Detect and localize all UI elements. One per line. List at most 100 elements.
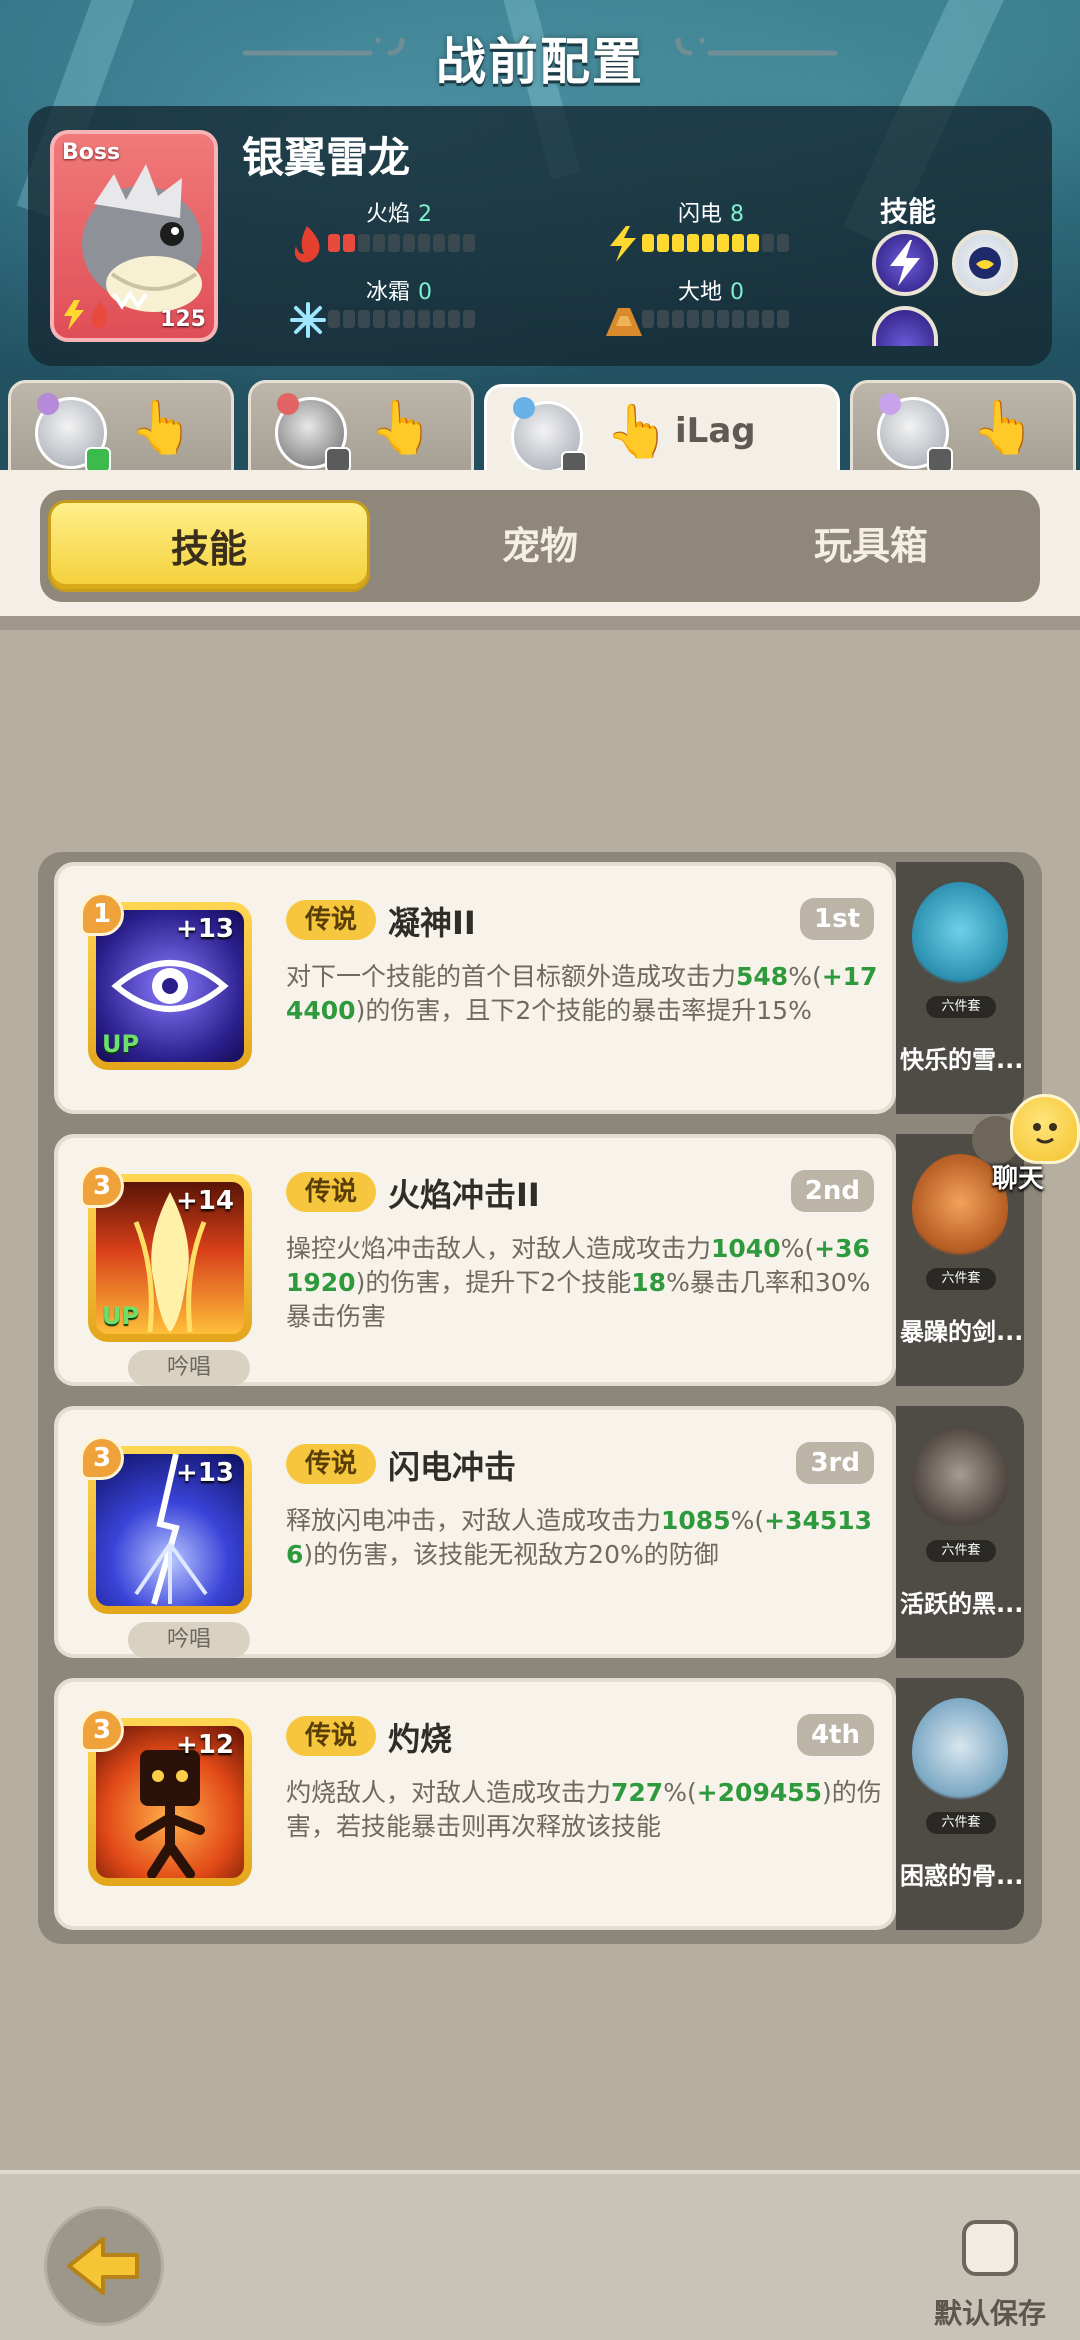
lightning-bolt-icon	[890, 240, 920, 286]
stat-segment	[687, 234, 699, 252]
bird-icon	[969, 247, 1001, 279]
boss-skills-label: 技能	[880, 195, 937, 228]
stat-segment	[777, 310, 789, 328]
desc-highlight: +209455	[696, 1778, 823, 1807]
desc-text: %(	[780, 1234, 815, 1263]
pet-slot-4[interactable]: 六件套 困惑的骨...	[896, 1678, 1024, 1930]
rarity-badge: 传说	[286, 900, 376, 940]
desc-highlight: 18	[631, 1268, 667, 1297]
skill-level-badge: 3	[80, 1436, 124, 1480]
pet-set-badge: 六件套	[926, 1540, 996, 1562]
rarity-badge: 传说	[286, 1172, 376, 1212]
pet-set-badge: 六件套	[926, 1812, 996, 1834]
default-save-checkbox[interactable]	[962, 2220, 1018, 2276]
boss-portrait[interactable]: Boss 125	[50, 130, 218, 342]
stat-segment	[687, 310, 699, 328]
skill-name: 火焰冲击II	[388, 1176, 540, 1214]
skill-description: 释放闪电冲击，对敌人造成攻击力1085%(+345136)的伤害，该技能无视敌方…	[286, 1504, 886, 1572]
player-tab-3[interactable]: 👆 iLag	[484, 384, 840, 480]
desc-text: %(	[788, 962, 822, 991]
star-hand-icon: 👆	[369, 398, 434, 458]
arrow-left-icon	[67, 2237, 139, 2295]
desc-highlight: 1085	[661, 1506, 731, 1535]
stat-segment	[373, 234, 385, 252]
desc-text: %(	[730, 1506, 765, 1535]
stat-segment	[358, 310, 370, 328]
pet-name: 暴躁的剑...	[900, 1318, 1024, 1346]
star-hand-icon: 👆	[605, 402, 670, 462]
pet-name: 困惑的骨...	[900, 1862, 1024, 1890]
boss-level: 125	[160, 307, 206, 332]
skill-card-1[interactable]: +13 UP 1 传说 凝神II 1st 对下一个技能的首个目标额外造成攻击力5…	[54, 862, 896, 1114]
pet-set-badge: 六件套	[926, 996, 996, 1018]
tab-pets[interactable]: 宠物	[379, 500, 701, 592]
skill-level-badge: 1	[80, 892, 124, 936]
chant-badge: 吟唱	[128, 1350, 250, 1386]
class-mark-icon	[37, 393, 59, 415]
stat-earth-bar	[642, 310, 789, 328]
skill-plus: +12	[176, 1730, 234, 1760]
class-mark-icon	[879, 393, 901, 415]
stat-segment	[328, 234, 340, 252]
frost-icon	[290, 302, 326, 338]
player-tab-4[interactable]: 👆	[850, 380, 1076, 480]
desc-text: 灼烧敌人，对敌人造成攻击力	[286, 1778, 612, 1807]
stat-earth-label: 大地 0	[678, 280, 745, 305]
divider	[0, 616, 1080, 630]
chat-icon[interactable]	[1010, 1094, 1080, 1164]
skill-card-2[interactable]: +14 UP 3 吟唱 传说 火焰冲击II 2nd 操控火焰冲击敌人，对敌人造成…	[54, 1134, 896, 1386]
skill-card-3[interactable]: +13 3 吟唱 传说 闪电冲击 3rd 释放闪电冲击，对敌人造成攻击力1085…	[54, 1406, 896, 1658]
stat-lightning-label: 闪电 8	[678, 202, 745, 227]
header-banner: 战前配置 Boss 125 银翼雷龙 火焰 2 闪电 8 冰霜 0 大地 0 技…	[0, 0, 1080, 480]
desc-text: %(	[663, 1778, 697, 1807]
player-tab-2[interactable]: 👆	[248, 380, 474, 480]
stat-segment	[777, 234, 789, 252]
burning-figure-icon: +12	[96, 1726, 244, 1878]
stat-segment	[388, 234, 400, 252]
tab-toybox[interactable]: 玩具箱	[710, 500, 1032, 592]
stat-segment	[732, 310, 744, 328]
stat-segment	[702, 310, 714, 328]
pet-icon	[912, 882, 1008, 990]
boss-name: 银翼雷龙	[242, 133, 411, 182]
pet-slot-3[interactable]: 六件套 活跃的黑...	[896, 1406, 1024, 1658]
desc-text: )的伤害，且下2个技能的暴击率提升15%	[355, 996, 812, 1025]
skill-up-badge: UP	[102, 1030, 140, 1058]
player-name: iLag	[675, 411, 756, 451]
class-mark-icon	[277, 393, 299, 415]
chat-label[interactable]: 聊天	[992, 1158, 1044, 1195]
tab-skills[interactable]: 技能	[48, 500, 370, 592]
chant-badge: 吟唱	[128, 1622, 250, 1658]
stat-segment	[343, 234, 355, 252]
boss-tag: Boss	[62, 140, 121, 165]
stat-fire-label: 火焰 2	[366, 202, 433, 227]
stat-segment	[418, 310, 430, 328]
class-mark-icon	[513, 397, 535, 419]
stat-segment	[657, 310, 669, 328]
star-hand-icon: 👆	[129, 398, 194, 458]
skill-up-badge: UP	[102, 1302, 140, 1330]
pet-slot-1[interactable]: 六件套 快乐的雪...	[896, 862, 1024, 1114]
lightning-strike-icon: +13	[96, 1454, 244, 1606]
skill-name: 凝神II	[388, 904, 476, 942]
extra-skill-icon[interactable]	[872, 306, 938, 346]
skill-card-4[interactable]: +12 3 传说 灼烧 4th 灼烧敌人，对敌人造成攻击力727%(+20945…	[54, 1678, 896, 1930]
lightning-skill-icon[interactable]	[872, 230, 938, 296]
stat-segment	[403, 310, 415, 328]
stat-frost-label: 冰霜 0	[366, 280, 433, 305]
skill-level-badge: 3	[80, 1164, 124, 1208]
back-button[interactable]	[44, 2206, 164, 2326]
skill-rank: 4th	[796, 1714, 874, 1756]
stat-segment	[403, 234, 415, 252]
lightning-icon	[610, 226, 636, 262]
skill-description: 操控火焰冲击敌人，对敌人造成攻击力1040%(+361920)的伤害，提升下2个…	[286, 1232, 886, 1334]
default-save-label: 默认保存	[934, 2297, 1047, 2330]
skill-rank: 2nd	[790, 1170, 874, 1212]
bird-skill-icon[interactable]	[952, 230, 1018, 296]
stat-segment	[433, 310, 445, 328]
skill-plus: +14	[176, 1186, 234, 1216]
stat-segment	[433, 234, 445, 252]
stat-segment	[732, 234, 744, 252]
skill-description: 对下一个技能的首个目标额外造成攻击力548%(+174400)的伤害，且下2个技…	[286, 960, 886, 1028]
player-tab-1[interactable]: 👆	[8, 380, 234, 480]
